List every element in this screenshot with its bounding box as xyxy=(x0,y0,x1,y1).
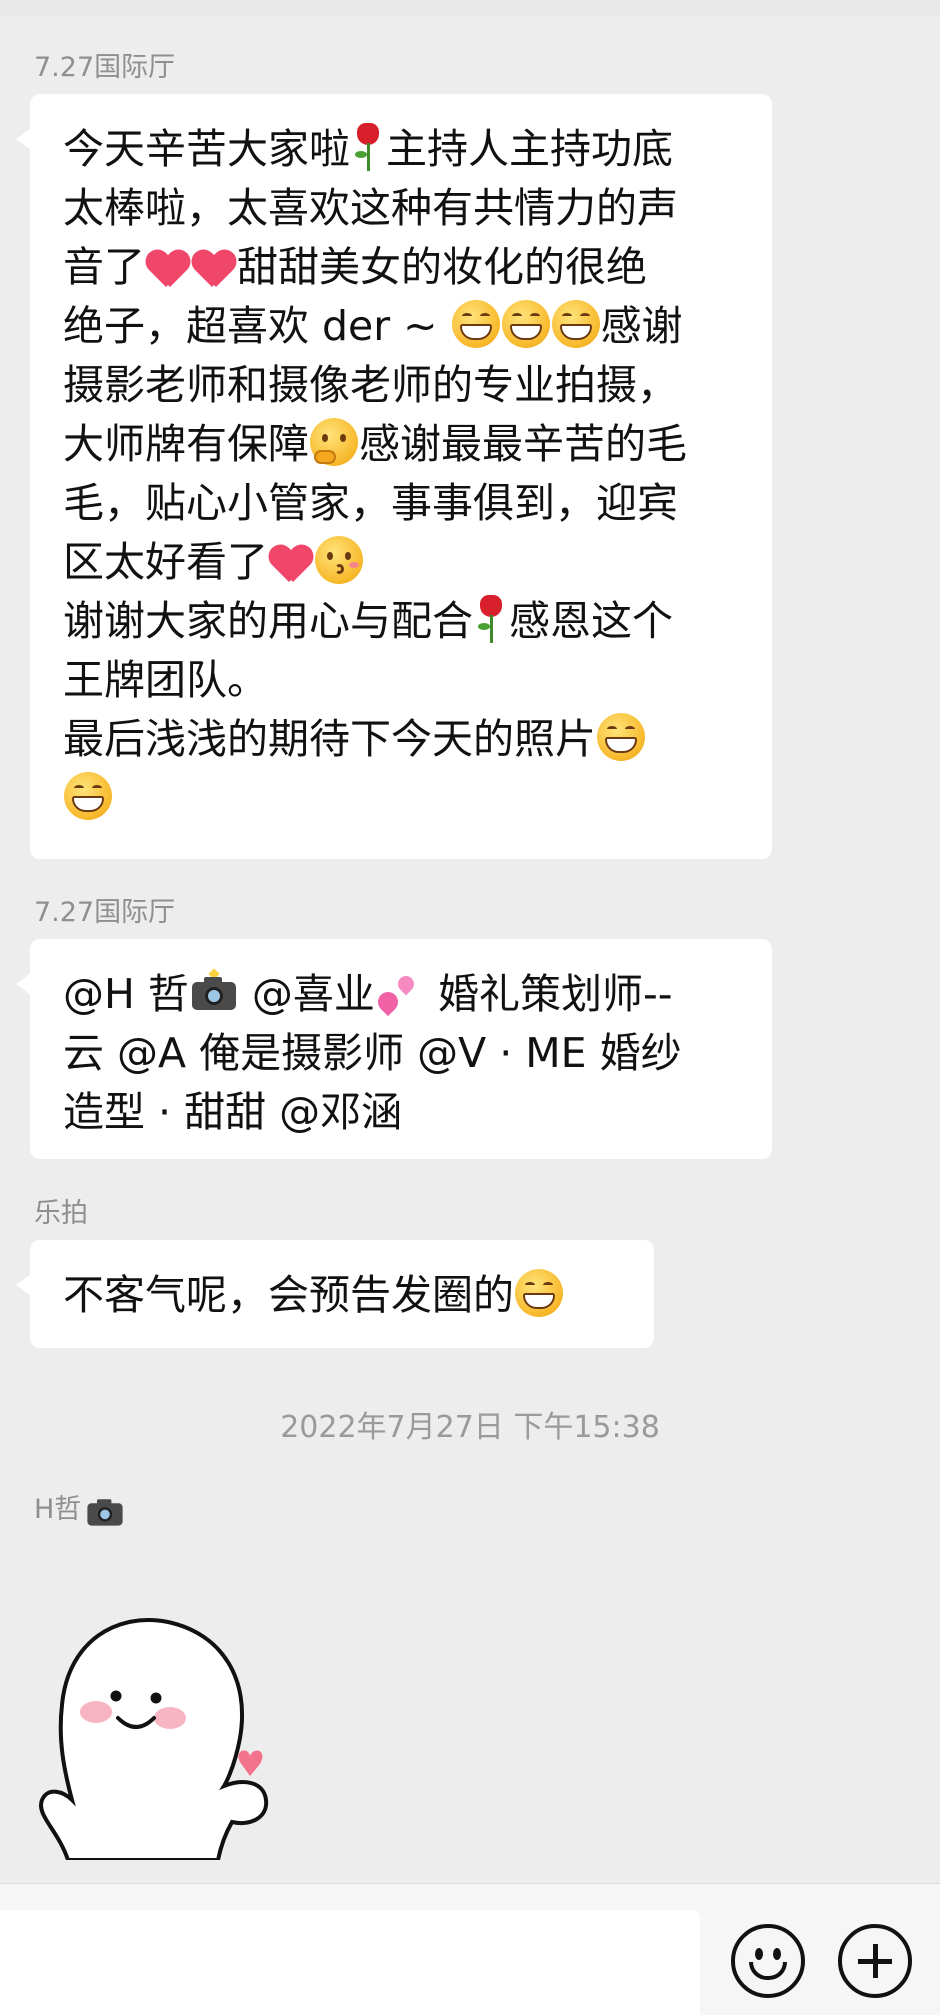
message-line: 最后浅浅的期待下今天的照片 xyxy=(63,710,740,769)
kissing-face-emoji xyxy=(315,536,363,584)
message-line: @H 哲 @喜业 婚礼策划师-- xyxy=(63,965,740,1024)
message-timestamp: 2022年7月27日 下午15:38 xyxy=(280,1410,660,1445)
top-edge xyxy=(0,0,940,16)
message-line: 今天辛苦大家啦 主持人主持功底 xyxy=(63,120,740,179)
message-text: 摄影老师和摄像老师的专业拍摄， xyxy=(63,361,678,409)
camera-flash-icon xyxy=(190,968,238,1012)
grinning-face-emoji xyxy=(597,713,645,761)
rose-emoji xyxy=(351,123,385,171)
message-line: 太棒啦，太喜欢这种有共情力的声 xyxy=(63,179,740,238)
sticker-message[interactable] xyxy=(28,1600,278,1862)
red-heart-emoji xyxy=(146,249,190,289)
message-line: 造型 · 甜甜 @邓涵 xyxy=(63,1083,740,1142)
camera-icon xyxy=(86,1495,123,1526)
red-heart-emoji xyxy=(269,544,313,584)
message-bubble-mentions[interactable]: @H 哲 @喜业 婚礼策划师-- 云 @A 俺是摄影师 @V · ME 婚纱 造型 … xyxy=(16,939,772,1159)
message-line: 区太好看了 xyxy=(63,533,740,592)
message-text: 婚礼策划师-- xyxy=(424,970,673,1018)
message-text: 感谢最最辛苦的毛 xyxy=(359,420,687,468)
message-text: 最后浅浅的期待下今天的照片 xyxy=(63,715,596,763)
message-line: 毛，贴心小管家，事事俱到，迎宾 xyxy=(63,474,740,533)
message-input[interactable] xyxy=(0,1910,700,2015)
message-text: 王牌团队。 xyxy=(63,656,268,704)
message-text: 区太好看了 xyxy=(63,538,268,586)
message-text: 大师牌有保障 xyxy=(63,420,309,468)
message-text: 音了 xyxy=(63,243,145,291)
grinning-face-emoji xyxy=(451,300,500,348)
message-text: @喜业 xyxy=(238,970,375,1018)
message-line: 绝子，超喜欢 der ~ 感谢 xyxy=(63,297,740,356)
message-bubble-thanks[interactable]: 今天辛苦大家啦 主持人主持功底太棒啦，太喜欢这种有共情力的声 音了 甜甜美女的妆化的很… xyxy=(16,94,772,859)
smiling-blob-sticker-icon xyxy=(39,1618,269,1862)
message-bubble-reply[interactable]: 不客气呢，会预告发圈的 xyxy=(16,1240,654,1348)
message-text: 感恩这个 xyxy=(509,597,673,645)
message-text: 甜甜美女的妆化的很绝 xyxy=(237,243,647,291)
emoji-smile-icon[interactable] xyxy=(731,1924,805,1998)
message-line: 云 @A 俺是摄影师 @V · ME 婚纱 xyxy=(63,1024,740,1083)
two-hearts-emoji xyxy=(373,972,424,1017)
grinning-face-emoji xyxy=(501,300,550,348)
message-line: 不客气呢，会预告发圈的 xyxy=(63,1266,622,1325)
chat-input-bar xyxy=(0,1883,940,2015)
plus-circle-icon[interactable] xyxy=(838,1924,912,1998)
message-line: 大师牌有保障 感谢最最辛苦的毛 xyxy=(63,415,740,474)
message-text: 造型 · 甜甜 @邓涵 xyxy=(63,1088,403,1136)
message-line: 王牌团队。 xyxy=(63,651,740,710)
message-text: 云 @A 俺是摄影师 @V · ME 婚纱 xyxy=(63,1029,682,1077)
message-text: 绝子，超喜欢 der ~ xyxy=(63,302,451,350)
message-text: 谢谢大家的用心与配合 xyxy=(63,597,473,645)
sender-name: 7.27国际厅 xyxy=(34,52,176,83)
message-line xyxy=(63,769,740,828)
message-text: @H 哲 xyxy=(63,970,189,1018)
message-text: 感谢 xyxy=(600,302,683,350)
grinning-face-emoji xyxy=(515,1269,563,1317)
sender-name: 乐拍 xyxy=(34,1198,88,1229)
message-line: 谢谢大家的用心与配合 感恩这个 xyxy=(63,592,740,651)
message-text: 主持人主持功底 xyxy=(386,125,673,173)
message-text: 毛，贴心小管家，事事俱到，迎宾 xyxy=(63,479,678,527)
rose-emoji xyxy=(474,595,508,643)
red-heart-emoji xyxy=(192,249,236,289)
sender-name: 7.27国际厅 xyxy=(34,897,176,928)
message-line: 摄影老师和摄像老师的专业拍摄， xyxy=(63,356,740,415)
sender-name-text: H哲 xyxy=(34,1494,82,1525)
hand-over-mouth-emoji xyxy=(310,418,358,466)
message-text: 不客气呢，会预告发圈的 xyxy=(63,1271,514,1319)
sender-name-last: H哲 xyxy=(34,1492,123,1526)
message-text: 今天辛苦大家啦 xyxy=(63,125,350,173)
message-text: 太棒啦，太喜欢这种有共情力的声 xyxy=(63,184,678,232)
grinning-face-emoji xyxy=(551,300,600,348)
grinning-face-emoji xyxy=(64,772,112,820)
message-line: 音了 甜甜美女的妆化的很绝 xyxy=(63,238,740,297)
